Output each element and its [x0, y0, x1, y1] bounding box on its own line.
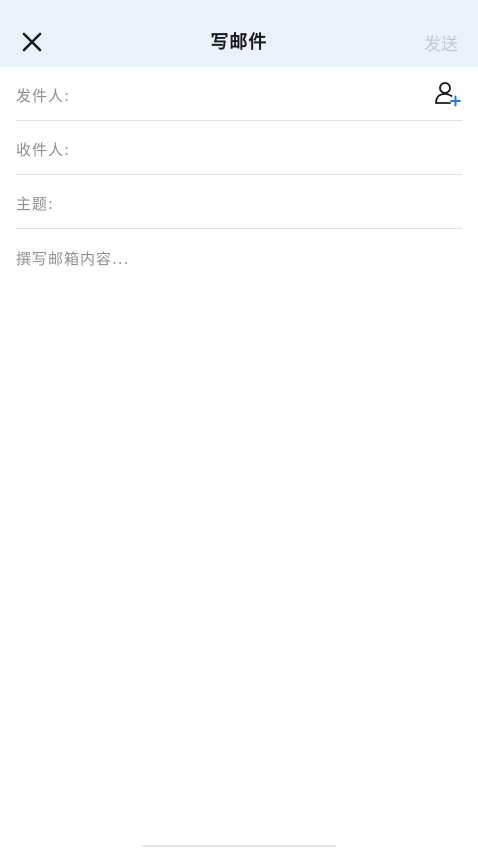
add-contact-button[interactable] — [434, 81, 462, 107]
page-title: 写邮件 — [210, 32, 268, 53]
top-bar: 写邮件 发送 — [0, 0, 478, 67]
subject-row: 主题: — [16, 175, 462, 229]
sender-label: 发件人: — [16, 87, 71, 105]
recipient-row: 收件人: — [16, 121, 462, 175]
send-button[interactable]: 发送 — [424, 30, 458, 55]
recipient-label: 收件人: — [16, 141, 71, 159]
add-contact-icon — [435, 82, 461, 107]
sender-row: 发件人: — [16, 67, 462, 121]
recipient-input[interactable] — [86, 131, 410, 167]
subject-label: 主题: — [16, 195, 55, 213]
body-textarea[interactable] — [16, 240, 462, 808]
home-indicator — [142, 845, 336, 847]
sender-input[interactable] — [86, 77, 410, 113]
subject-input[interactable] — [66, 185, 390, 221]
